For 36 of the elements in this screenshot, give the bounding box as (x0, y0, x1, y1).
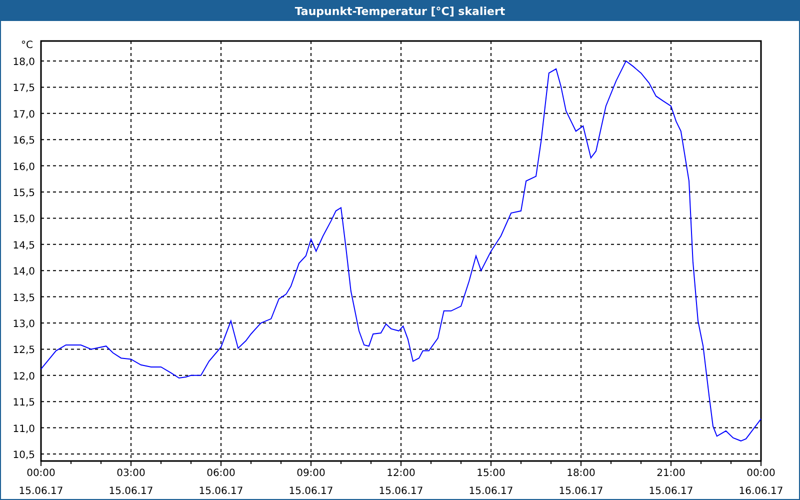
y-tick-label: 14,5 (12, 240, 35, 252)
y-tick-label: 17,5 (12, 83, 35, 94)
y-tick-label: 10,5 (12, 450, 35, 461)
unit-label: °C (21, 40, 33, 51)
x-tick-label: 21:00 (656, 468, 686, 479)
x-tick-label: 03:00 (116, 468, 146, 479)
y-tick-label: 12,0 (12, 371, 35, 382)
y-tick-label: 13,0 (12, 319, 35, 330)
x-tick-date: 15.06.17 (18, 486, 64, 497)
y-tick-label: 13,5 (12, 292, 35, 304)
x-tick-label: 12:00 (386, 468, 416, 479)
y-tick-label: 11,0 (12, 424, 35, 435)
x-tick-label: 15:00 (476, 468, 506, 479)
y-tick-label: 11,5 (12, 398, 35, 409)
x-tick-date: 15.06.17 (648, 486, 694, 497)
y-tick-label: 16,5 (12, 136, 35, 147)
x-tick-label: 00:00 (746, 468, 776, 479)
x-tick-label: 00:00 (26, 468, 56, 479)
x-tick-label: 09:00 (296, 468, 326, 479)
y-tick-label: 12,5 (12, 345, 35, 356)
x-tick-label: 18:00 (566, 468, 596, 479)
y-tick-label: 17,0 (12, 109, 35, 120)
x-tick-label: 06:00 (206, 468, 236, 479)
x-tick-date: 15.06.17 (558, 486, 604, 497)
y-tick-label: 16,0 (12, 162, 35, 173)
y-tick-label: 18,0 (12, 57, 35, 68)
x-tick-date: 15.06.17 (198, 486, 244, 497)
x-tick-date: 15.06.17 (288, 486, 334, 497)
window-title: Taupunkt-Temperatur [°C] skaliert (1, 1, 799, 21)
y-tick-label: 14,0 (12, 266, 35, 278)
x-tick-date: 15.06.17 (378, 486, 424, 497)
x-tick-date: 16.06.17 (738, 486, 784, 497)
x-tick-date: 15.06.17 (468, 486, 514, 497)
y-tick-label: 15,5 (12, 188, 35, 199)
x-tick-date: 15.06.17 (108, 486, 154, 497)
y-tick-label: 15,0 (12, 214, 35, 226)
